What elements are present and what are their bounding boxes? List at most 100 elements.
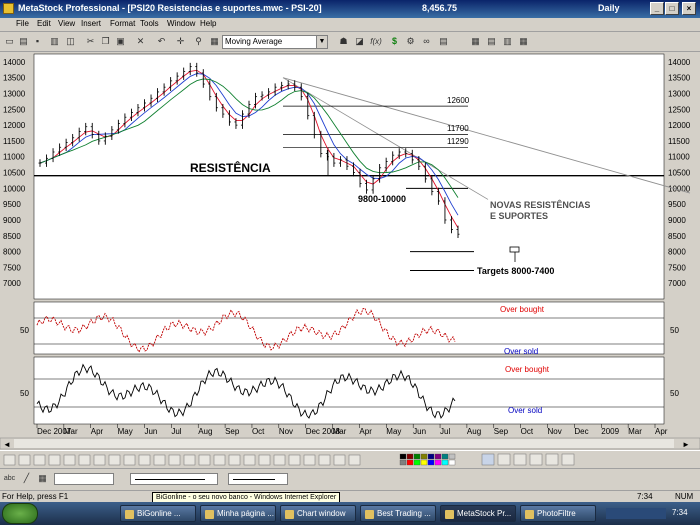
menu-tools[interactable]: Tools (140, 19, 159, 28)
menu-format[interactable]: Format (110, 19, 135, 28)
draw-cycle-icon[interactable] (93, 454, 106, 466)
color-swatch[interactable] (420, 459, 428, 466)
line-style-icon[interactable]: ╱ (20, 472, 33, 485)
menu-window[interactable]: Window (167, 19, 195, 28)
select-tool-icon[interactable] (561, 453, 575, 466)
table-icon[interactable]: ▦ (36, 472, 49, 485)
oscillator-panel-1[interactable] (33, 301, 665, 355)
menu-help[interactable]: Help (200, 19, 216, 28)
save-icon[interactable]: ▪ (31, 35, 44, 48)
formula-icon[interactable]: f(x) (368, 35, 384, 48)
minimize-icon[interactable]: _ (650, 2, 664, 15)
oscillator-panel-2[interactable] (33, 356, 665, 425)
delete-icon[interactable]: ✕ (134, 35, 147, 48)
scroll-left-icon[interactable]: ◄ (3, 440, 11, 449)
layout-2-icon[interactable]: ▤ (485, 35, 498, 48)
color-swatch[interactable] (399, 453, 407, 460)
system-tester-icon[interactable]: ⚙ (404, 35, 417, 48)
draw-sell-icon[interactable] (288, 454, 301, 466)
draw-channel-icon[interactable] (18, 454, 31, 466)
task-minha-pagina[interactable]: Minha página ... (200, 505, 276, 522)
draw-andrews-icon[interactable] (183, 454, 196, 466)
task-best-trading[interactable]: Best Trading ... (360, 505, 436, 522)
color-swatch[interactable] (434, 453, 442, 460)
draw-eraser-icon[interactable] (348, 454, 361, 466)
color-swatch[interactable] (448, 453, 456, 460)
crosshair-icon[interactable]: ✛ (174, 35, 187, 48)
copy-icon[interactable]: ❐ (99, 35, 112, 48)
text-tool-icon[interactable]: abc (3, 472, 16, 485)
dollar-icon[interactable]: $ (388, 35, 401, 48)
scroll-right-icon[interactable]: ► (682, 440, 690, 449)
draw-buy-icon[interactable] (273, 454, 286, 466)
task-chart-window[interactable]: Chart window (280, 505, 356, 522)
draw-text-icon[interactable] (258, 454, 271, 466)
close-icon[interactable]: × (682, 2, 696, 15)
new-icon[interactable]: ▭ (3, 35, 16, 48)
cut-icon[interactable]: ✂ (84, 35, 97, 48)
draw-arc-icon[interactable] (48, 454, 61, 466)
indicator-icon[interactable]: ▦ (208, 35, 221, 48)
vline-tool-icon[interactable] (545, 453, 559, 466)
zoom-icon[interactable]: ⚲ (192, 35, 205, 48)
price-panel[interactable] (33, 53, 665, 300)
draw-raff-icon[interactable] (168, 454, 181, 466)
color-swatch[interactable] (420, 453, 428, 460)
draw-quadrant-icon[interactable] (123, 454, 136, 466)
explorer-icon[interactable]: ☗ (337, 35, 350, 48)
color-swatch[interactable] (413, 459, 421, 466)
line-color-select[interactable] (54, 473, 114, 485)
color-swatch[interactable] (448, 459, 456, 466)
open-icon[interactable]: ▤ (17, 35, 30, 48)
draw-tirone-icon[interactable] (198, 454, 211, 466)
line-width-select[interactable] (228, 473, 288, 485)
menu-edit[interactable]: Edit (37, 19, 51, 28)
preview-icon[interactable]: ◫ (64, 35, 77, 48)
color-swatch[interactable] (406, 453, 414, 460)
color-swatch[interactable] (441, 459, 449, 466)
color-swatch[interactable] (413, 453, 421, 460)
draw-exit-icon[interactable] (303, 454, 316, 466)
print-icon[interactable]: ▥ (48, 35, 61, 48)
menu-file[interactable]: File (16, 19, 29, 28)
draw-speed-icon[interactable] (108, 454, 121, 466)
line-tool-icon[interactable] (513, 453, 527, 466)
color-swatch[interactable] (441, 453, 449, 460)
draw-std-icon[interactable] (213, 454, 226, 466)
chart-area[interactable]: 14000 14000 13500 13500 13000 13000 12500 12500… (0, 52, 700, 450)
chevron-down-icon[interactable]: ▼ (316, 36, 327, 48)
draw-ellipse-icon[interactable] (228, 454, 241, 466)
layout-4-icon[interactable]: ▦ (517, 35, 530, 48)
task-metastock[interactable]: MetaStock Pr... (440, 505, 516, 522)
hline-tool-icon[interactable] (529, 453, 543, 466)
crosshair-tool-icon[interactable] (497, 453, 511, 466)
draw-fib-icon[interactable] (33, 454, 46, 466)
color-swatch[interactable] (427, 453, 435, 460)
color-swatch[interactable] (434, 459, 442, 466)
layout-1-icon[interactable]: ▦ (469, 35, 482, 48)
pointer-icon[interactable] (481, 453, 495, 466)
draw-error-icon[interactable] (153, 454, 166, 466)
task-bigonline[interactable]: BiGonline ... (120, 505, 196, 522)
color-swatch[interactable] (399, 459, 407, 466)
undo-icon[interactable]: ↶ (155, 35, 168, 48)
color-swatch[interactable] (406, 459, 414, 466)
menu-view[interactable]: View (58, 19, 75, 28)
task-photofiltre[interactable]: PhotoFiltre (520, 505, 596, 522)
draw-gann-icon[interactable] (78, 454, 91, 466)
color-swatch[interactable] (427, 459, 435, 466)
layout-3-icon[interactable]: ▥ (501, 35, 514, 48)
expert-icon[interactable]: ◪ (353, 35, 366, 48)
draw-rect-icon[interactable] (243, 454, 256, 466)
paste-icon[interactable]: ▣ (114, 35, 127, 48)
draw-flag-icon[interactable] (318, 454, 331, 466)
draw-line-icon[interactable] (3, 454, 16, 466)
draw-fan-icon[interactable] (63, 454, 76, 466)
maximize-icon[interactable]: □ (665, 2, 679, 15)
indicator-select[interactable]: Moving Average ▼ (222, 35, 328, 49)
binoculars-icon[interactable]: ∞ (420, 35, 433, 48)
scrollbar-track[interactable] (14, 439, 674, 448)
start-button[interactable] (2, 503, 38, 524)
menu-insert[interactable]: Insert (81, 19, 101, 28)
draw-pencil-icon[interactable] (333, 454, 346, 466)
